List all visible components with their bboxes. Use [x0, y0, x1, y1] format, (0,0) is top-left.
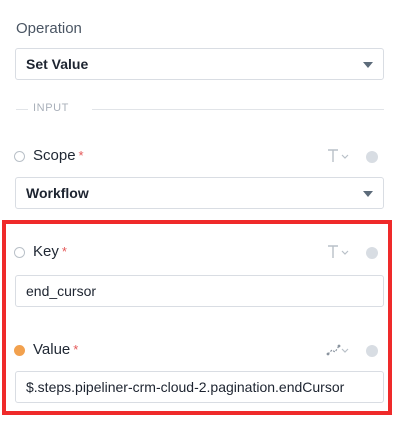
toggle-dot[interactable] — [366, 345, 378, 357]
operation-select[interactable]: Set Value — [15, 48, 384, 80]
input-section-label: INPUT — [33, 102, 69, 114]
operation-select-value: Set Value — [26, 56, 89, 72]
key-input[interactable]: end_cursor — [15, 275, 384, 307]
key-radio[interactable] — [14, 247, 25, 258]
toggle-dot[interactable] — [366, 247, 378, 259]
key-label-text: Key — [33, 243, 59, 260]
scope-radio[interactable] — [14, 151, 25, 162]
text-type-icon[interactable] — [326, 244, 350, 260]
path-type-icon[interactable] — [326, 342, 350, 358]
required-mark: * — [73, 342, 79, 357]
value-input[interactable]: $.steps.pipeliner-crm-cloud-2.pagination… — [15, 371, 384, 403]
divider-line — [16, 109, 28, 110]
value-field-header: Value * — [14, 341, 384, 361]
value-radio[interactable] — [14, 345, 25, 356]
value-label: Value * — [33, 341, 78, 358]
key-label: Key * — [33, 243, 67, 260]
scope-label-text: Scope — [33, 147, 76, 164]
value-label-text: Value — [33, 341, 71, 358]
scope-select-value: Workflow — [26, 185, 89, 201]
caret-down-icon — [363, 62, 373, 68]
text-type-icon[interactable] — [326, 148, 350, 164]
divider-line — [92, 109, 384, 110]
required-mark: * — [61, 244, 67, 259]
input-section-divider: INPUT — [16, 101, 384, 117]
caret-down-icon — [363, 191, 373, 197]
scope-field-header: Scope * — [14, 147, 384, 167]
required-mark: * — [78, 148, 84, 163]
scope-label: Scope * — [33, 147, 84, 164]
scope-select[interactable]: Workflow — [15, 177, 384, 209]
operation-label: Operation — [16, 20, 82, 37]
key-field-header: Key * — [14, 243, 384, 263]
toggle-dot[interactable] — [366, 151, 378, 163]
